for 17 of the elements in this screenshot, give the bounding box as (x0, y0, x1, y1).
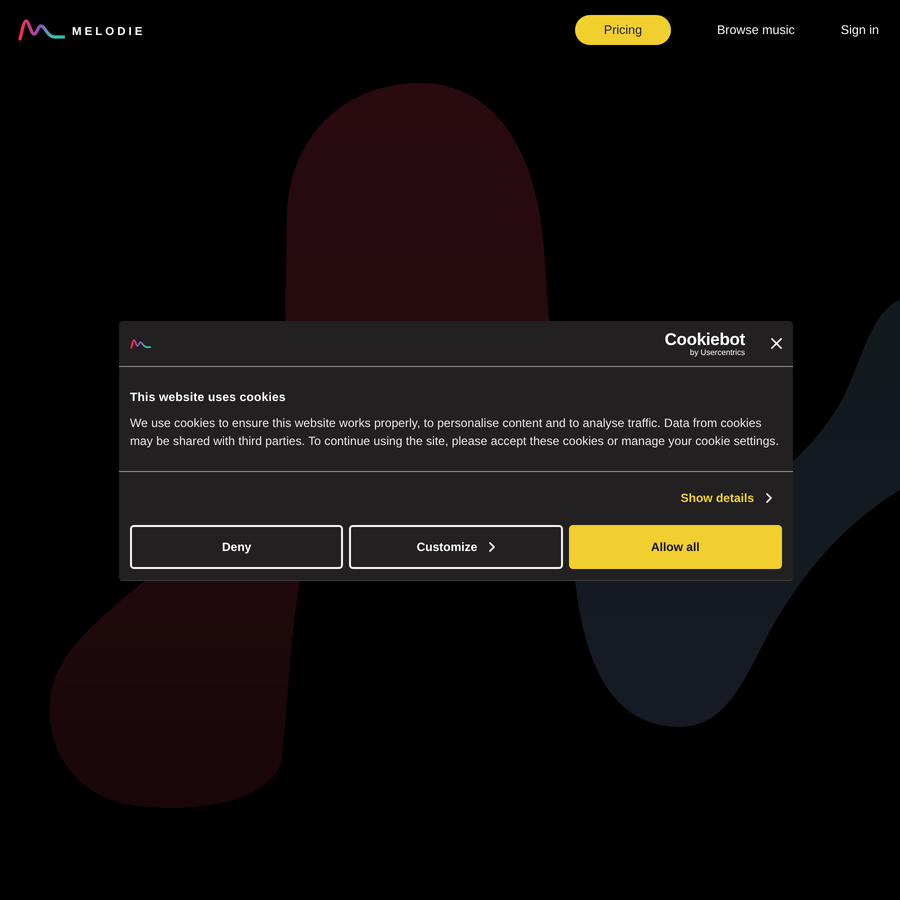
close-button[interactable] (771, 338, 782, 349)
pricing-button[interactable]: Pricing (574, 15, 671, 45)
option-button[interactable]: Customize (349, 525, 563, 569)
show-details-link[interactable]: Show details (680, 491, 754, 505)
allow-button[interactable]: Allow all (568, 525, 782, 569)
brand-name: Cookiebot (664, 330, 745, 348)
logo-wordmark[interactable]: MELODIE (72, 26, 146, 38)
wave-logo-icon (130, 338, 151, 350)
option-button[interactable]: Deny (130, 525, 344, 569)
chevron-icon (766, 493, 772, 503)
nav-link[interactable]: Sign in (840, 23, 879, 37)
wave-logo-icon (17, 17, 65, 43)
brand-tagline: by Usercentrics (690, 348, 745, 356)
close-icon (771, 338, 782, 349)
dialog-text: We use cookies to ensure this website works properly, to personalise content and to analyse traffic. Data from cookies may be shared with third parties. To continue using the site, please accept these cookies or manage your cookie settings. (130, 415, 780, 450)
dialog-title: This website uses cookies (130, 390, 287, 405)
nav-link[interactable]: Browse music (716, 23, 795, 37)
